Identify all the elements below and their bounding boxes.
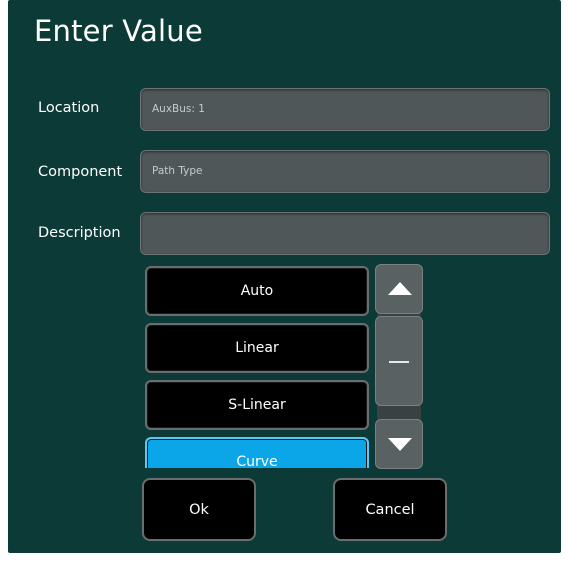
scroll-down-button[interactable] — [375, 419, 423, 469]
component-value: Path Type — [152, 165, 203, 177]
dialog-title: Enter Value — [34, 14, 203, 48]
description-label: Description — [38, 225, 121, 241]
grip-line-icon — [389, 361, 409, 363]
option-list: Auto Linear S-Linear Curve — [145, 262, 373, 468]
option-s-linear[interactable]: S-Linear — [145, 380, 369, 430]
component-label: Component — [38, 164, 123, 180]
location-field[interactable]: AuxBus: 1 — [140, 88, 550, 131]
option-curve[interactable]: Curve — [145, 437, 369, 468]
option-list-scrollbar[interactable] — [375, 264, 423, 469]
component-field[interactable]: Path Type — [140, 150, 550, 193]
enter-value-dialog: Enter Value Location AuxBus: 1 Component… — [8, 0, 561, 553]
triangle-down-icon — [388, 438, 412, 451]
ok-button[interactable]: Ok — [142, 478, 256, 541]
location-label: Location — [38, 100, 100, 116]
option-linear[interactable]: Linear — [145, 323, 369, 373]
location-value: AuxBus: 1 — [152, 103, 205, 115]
scroll-up-button[interactable] — [375, 264, 423, 314]
description-field[interactable] — [140, 212, 550, 255]
cancel-button[interactable]: Cancel — [333, 478, 447, 541]
option-auto[interactable]: Auto — [145, 266, 369, 316]
triangle-up-icon — [388, 282, 412, 295]
scroll-thumb[interactable] — [375, 316, 423, 406]
